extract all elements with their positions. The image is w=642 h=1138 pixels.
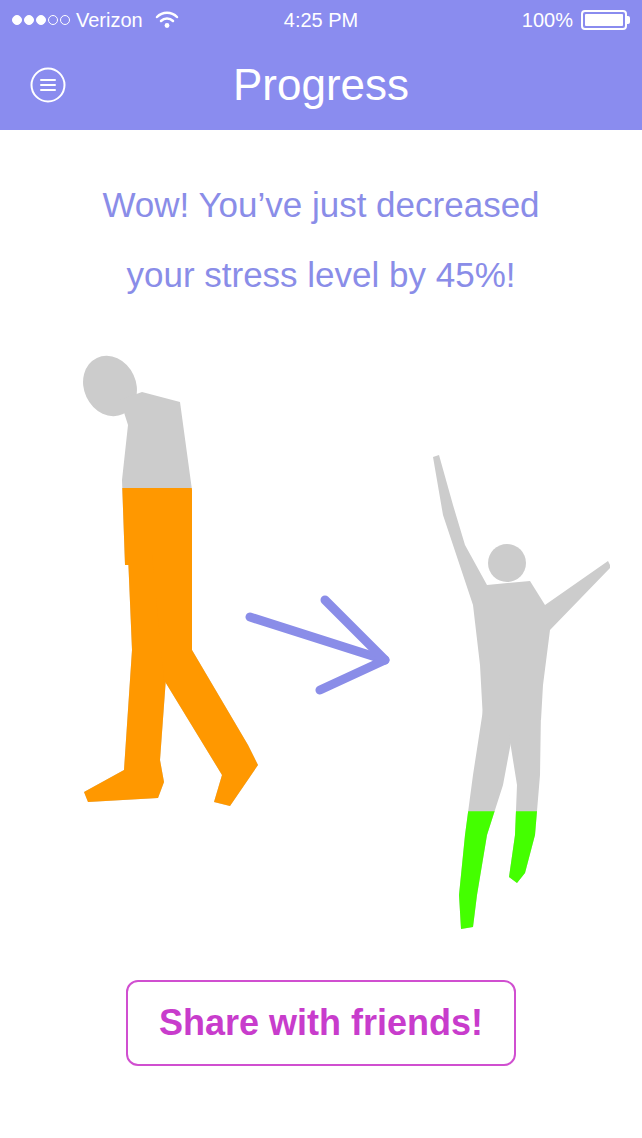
battery-fill — [585, 14, 623, 26]
signal-dot — [60, 15, 70, 25]
status-bar: Verizon 4:25 PM 100% — [0, 0, 642, 40]
message-line: your stress level by 45%! — [0, 240, 642, 310]
figures-row — [0, 350, 642, 930]
nav-bar: Progress — [0, 40, 642, 130]
battery-icon — [581, 10, 630, 30]
menu-icon[interactable] — [30, 67, 66, 103]
person-icon — [80, 350, 265, 810]
signal-icon — [12, 15, 72, 25]
person-icon — [425, 455, 610, 930]
stress-color — [80, 488, 258, 806]
carrier: Verizon — [76, 5, 143, 35]
after-figure — [425, 455, 610, 930]
page-title: Progress — [233, 61, 409, 109]
wifi-icon — [155, 10, 179, 30]
share-button[interactable]: Share with friends! — [126, 980, 516, 1066]
before-figure — [80, 350, 265, 810]
signal-dot — [12, 15, 22, 25]
clock: 4:25 PM — [284, 5, 358, 35]
app-header: Verizon 4:25 PM 100% Progress — [0, 0, 642, 130]
signal-dot — [36, 15, 46, 25]
signal-dot — [48, 15, 58, 25]
progress-message: Wow! You’ve just decreasedyour stress le… — [0, 170, 642, 310]
arrow-icon — [245, 595, 395, 695]
message-line: Wow! You’ve just decreased — [0, 170, 642, 240]
battery-percent: 100% — [522, 5, 573, 35]
stress-color — [433, 811, 610, 929]
signal-dot — [24, 15, 34, 25]
